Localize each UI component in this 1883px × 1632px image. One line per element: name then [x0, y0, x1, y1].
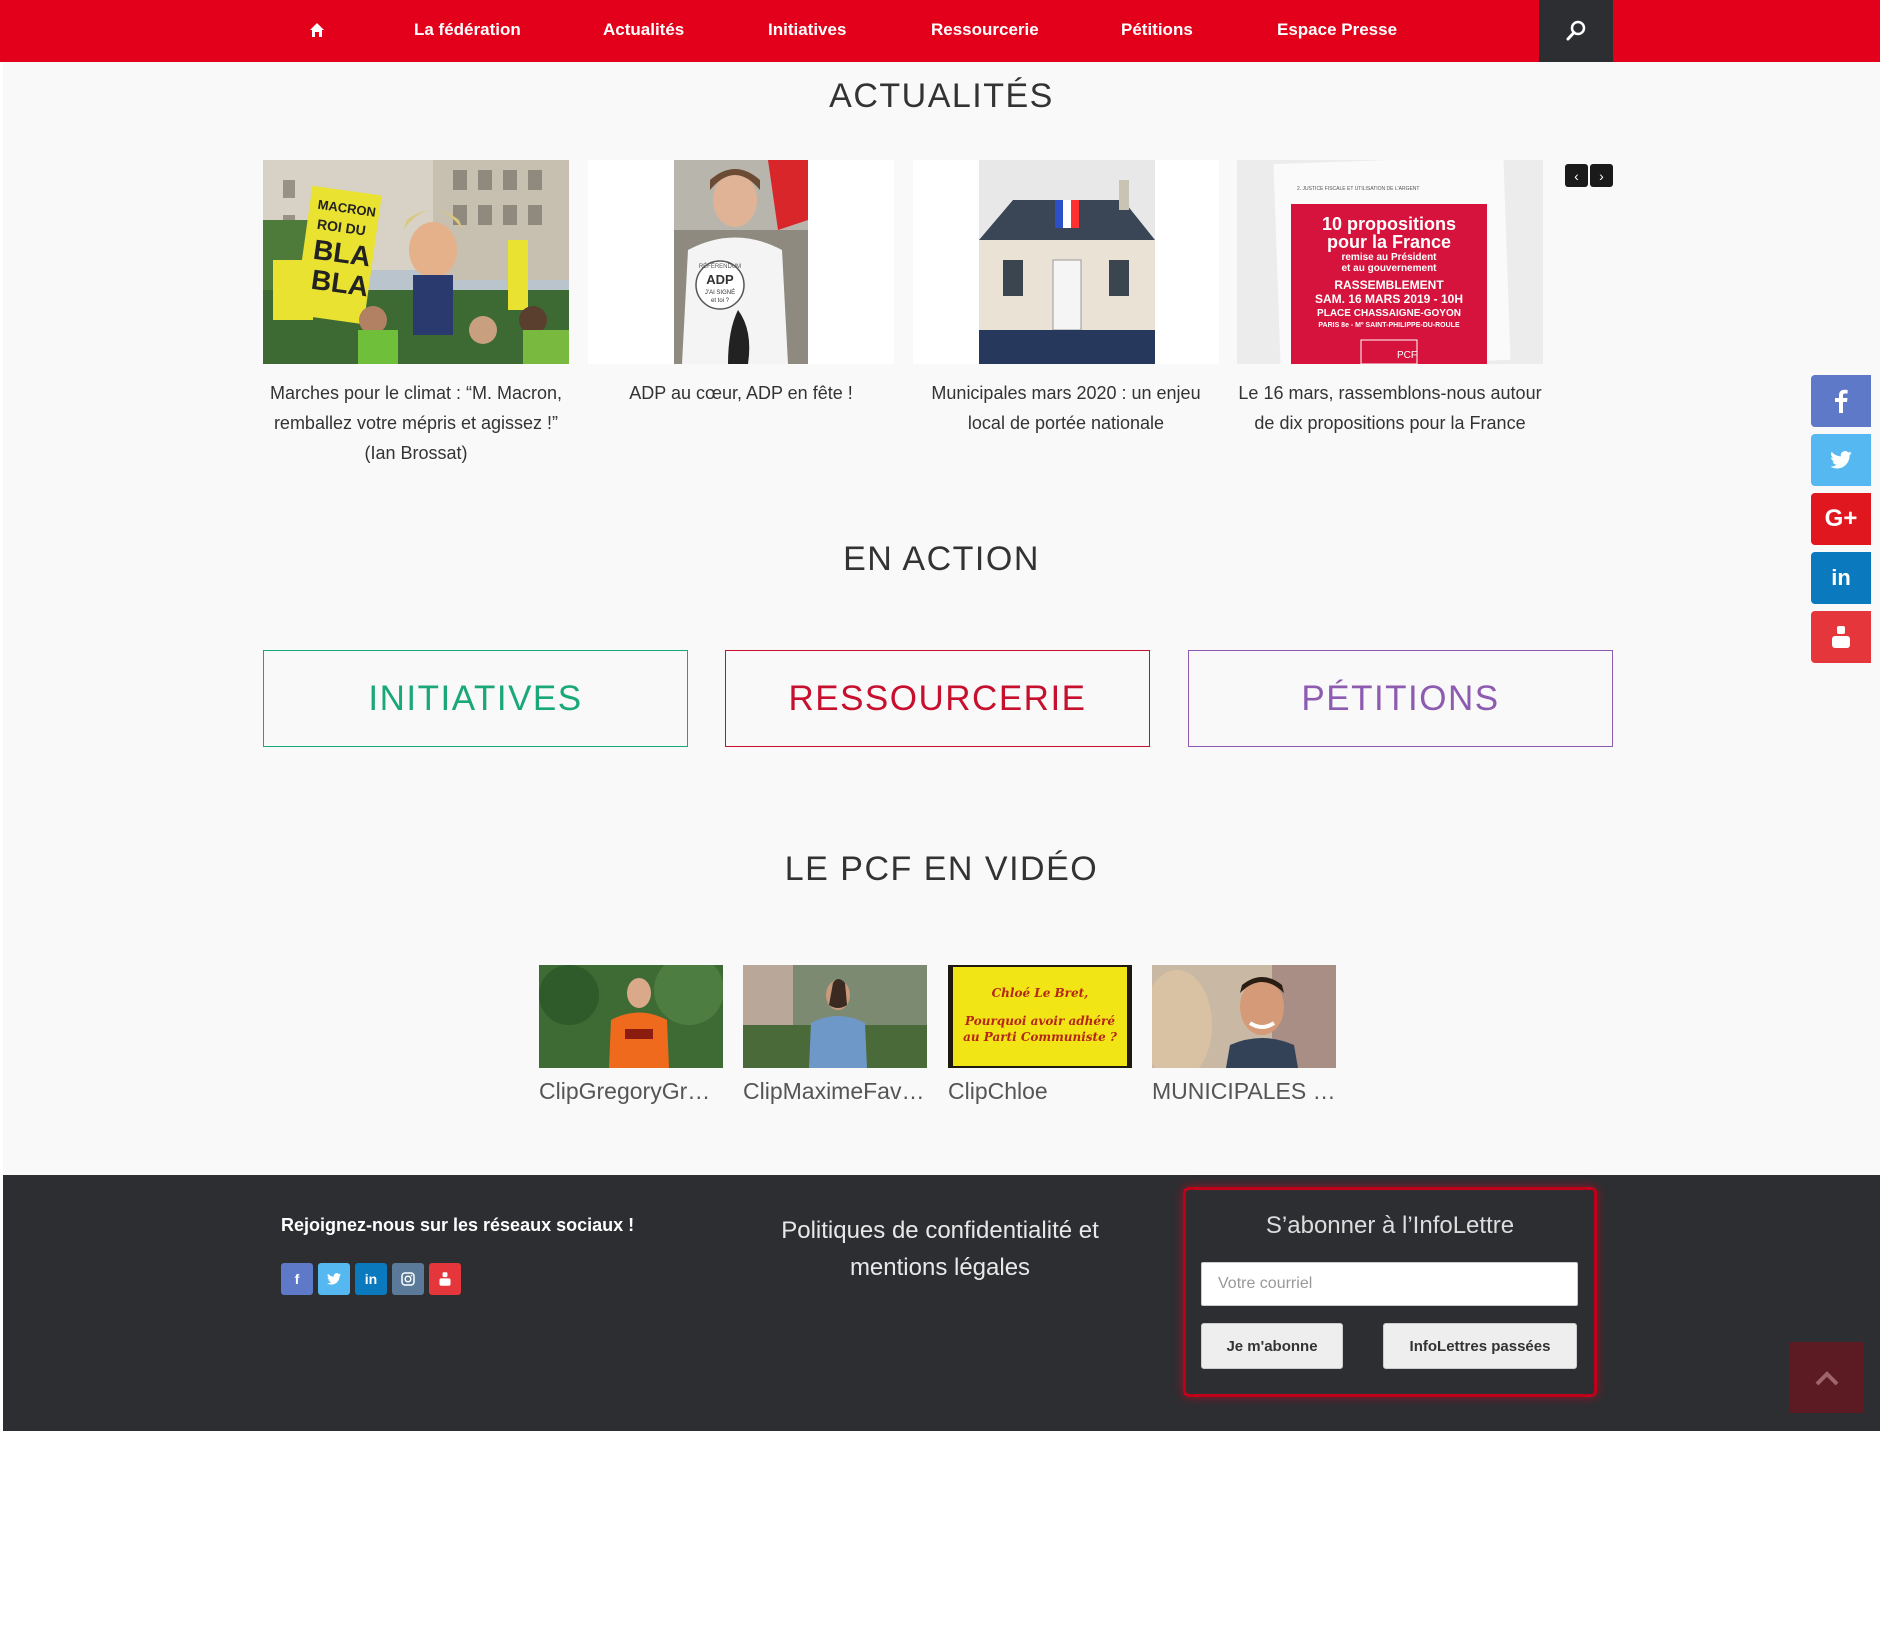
chevron-left-icon[interactable]: ‹ — [1565, 164, 1588, 187]
video-card[interactable]: ClipMaximeFavier — [743, 965, 927, 1105]
footer-social-icons: f in — [281, 1263, 461, 1295]
action-initiatives-button[interactable]: INITIATIVES — [263, 650, 688, 747]
news-card[interactable]: RÉFÉRENDUM ADP J'AI SIGNÉ et toi ? ADP a… — [588, 160, 894, 408]
subscribe-button[interactable]: Je m'abonne — [1201, 1323, 1343, 1369]
video-title[interactable]: ClipMaximeFavier — [743, 1078, 927, 1105]
google-plus-icon[interactable]: G+ — [1811, 493, 1871, 545]
news-image-dix-propositions[interactable]: 2. JUSTICE FISCALE ET UTILISATION DE L'A… — [1237, 160, 1543, 364]
footer: Rejoignez-nous sur les réseaux sociaux !… — [3, 1175, 1880, 1431]
nav-item-petitions[interactable]: Pétitions — [1121, 20, 1193, 40]
facebook-icon[interactable] — [1811, 375, 1871, 427]
twitter-icon[interactable] — [1811, 434, 1871, 486]
adp-shirt-text: RÉFÉRENDUM — [699, 263, 741, 270]
action-ressourcerie-button[interactable]: RESSOURCERIE — [725, 650, 1150, 747]
poster-text: RASSEMBLEMENT — [1334, 278, 1444, 292]
twitter-icon[interactable] — [318, 1263, 350, 1295]
adp-shirt-text: ADP — [706, 272, 734, 287]
video-card[interactable]: ClipGregoryGra… — [539, 965, 723, 1105]
section-title-video: LE PCF EN VIDÉO — [784, 850, 1099, 888]
nav-item-ressourcerie[interactable]: Ressourcerie — [931, 20, 1039, 40]
video-thumb-text: au Parti Communiste ? — [963, 1030, 1118, 1044]
instagram-icon[interactable] — [392, 1263, 424, 1295]
privacy-legal-link[interactable]: Politiques de confidentialité et mention… — [750, 1212, 1130, 1286]
newsletter-box: S’abonner à l’InfoLettre Je m'abonne Inf… — [1183, 1187, 1597, 1397]
top-navigation: La fédération Actualités Initiatives Res… — [0, 0, 1880, 62]
news-caption[interactable]: Marches pour le climat : “M. Macron, rem… — [263, 378, 569, 468]
poster-text: 10 propositions — [1322, 214, 1456, 234]
poster-paper-text: 2. JUSTICE FISCALE ET UTILISATION DE L'A… — [1297, 186, 1419, 192]
adp-shirt-text: J'AI SIGNÉ — [705, 289, 735, 296]
nav-item-actualites[interactable]: Actualités — [603, 20, 684, 40]
poster-logo-text: PCF — [1397, 350, 1417, 361]
video-card[interactable]: MUNICIPALES … — [1152, 965, 1336, 1105]
poster-text: PARIS 8e - Mº SAINT-PHILIPPE-DU-ROULE — [1318, 322, 1460, 329]
video-thumbnail[interactable] — [743, 965, 927, 1068]
news-caption[interactable]: Le 16 mars, rassemblons-nous autour de d… — [1237, 378, 1543, 438]
section-title-actualites: ACTUALITÉS — [829, 77, 1054, 115]
youtube-icon[interactable] — [1811, 611, 1871, 663]
news-card[interactable]: MACRON ROI DU BLA BLA Marches pour le cl… — [263, 160, 569, 468]
news-card[interactable]: 2. JUSTICE FISCALE ET UTILISATION DE L'A… — [1237, 160, 1543, 438]
action-petitions-button[interactable]: PÉTITIONS — [1188, 650, 1613, 747]
section-title-en-action: EN ACTION — [843, 540, 1040, 578]
chevron-up-icon[interactable] — [1790, 1342, 1863, 1413]
newsletter-title: S’abonner à l’InfoLettre — [1265, 1212, 1515, 1239]
news-caption[interactable]: Municipales mars 2020 : un enjeu local d… — [913, 378, 1219, 438]
carousel-controls: ‹ › — [1565, 164, 1613, 187]
poster-text: SAM. 16 MARS 2019 - 10H — [1315, 292, 1463, 306]
past-newsletters-button[interactable]: InfoLettres passées — [1383, 1323, 1577, 1369]
video-thumbnail[interactable]: Chloé Le Bret, Pourquoi avoir adhéré au … — [948, 965, 1132, 1068]
news-caption[interactable]: ADP au cœur, ADP en fête ! — [588, 378, 894, 408]
news-image-mairie[interactable] — [913, 160, 1219, 364]
newsletter-email-input[interactable] — [1201, 1262, 1578, 1306]
video-title[interactable]: ClipChloe — [948, 1078, 1132, 1105]
adp-shirt-text: et toi ? — [711, 298, 730, 304]
poster-text: pour la France — [1327, 232, 1451, 252]
youtube-icon[interactable] — [429, 1263, 461, 1295]
chevron-right-icon[interactable]: › — [1590, 164, 1613, 187]
video-thumbnail[interactable] — [539, 965, 723, 1068]
home-icon[interactable] — [305, 18, 329, 42]
video-card[interactable]: Chloé Le Bret, Pourquoi avoir adhéré au … — [948, 965, 1132, 1105]
nav-item-federation[interactable]: La fédération — [414, 20, 521, 40]
linkedin-icon[interactable]: in — [1811, 552, 1871, 604]
nav-item-initiatives[interactable]: Initiatives — [768, 20, 846, 40]
footer-join-text: Rejoignez-nous sur les réseaux sociaux ! — [281, 1215, 635, 1235]
news-card[interactable]: Municipales mars 2020 : un enjeu local d… — [913, 160, 1219, 438]
poster-text: PLACE CHASSAIGNE-GOYON — [1317, 308, 1461, 319]
news-image-adp[interactable]: RÉFÉRENDUM ADP J'AI SIGNÉ et toi ? — [588, 160, 894, 364]
video-title[interactable]: MUNICIPALES … — [1152, 1078, 1336, 1105]
search-icon[interactable] — [1539, 0, 1613, 62]
poster-text: remise au Président — [1341, 252, 1437, 263]
news-image-climate-march[interactable]: MACRON ROI DU BLA BLA — [263, 160, 569, 364]
video-title[interactable]: ClipGregoryGra… — [539, 1078, 723, 1105]
video-thumb-text: Chloé Le Bret, — [992, 986, 1089, 1000]
poster-text: et au gouvernement — [1341, 263, 1437, 274]
video-thumb-text: Pourquoi avoir adhéré — [964, 1014, 1115, 1028]
facebook-icon[interactable]: f — [281, 1263, 313, 1295]
linkedin-icon[interactable]: in — [355, 1263, 387, 1295]
video-thumbnail[interactable] — [1152, 965, 1336, 1068]
nav-item-espace-presse[interactable]: Espace Presse — [1277, 20, 1397, 40]
